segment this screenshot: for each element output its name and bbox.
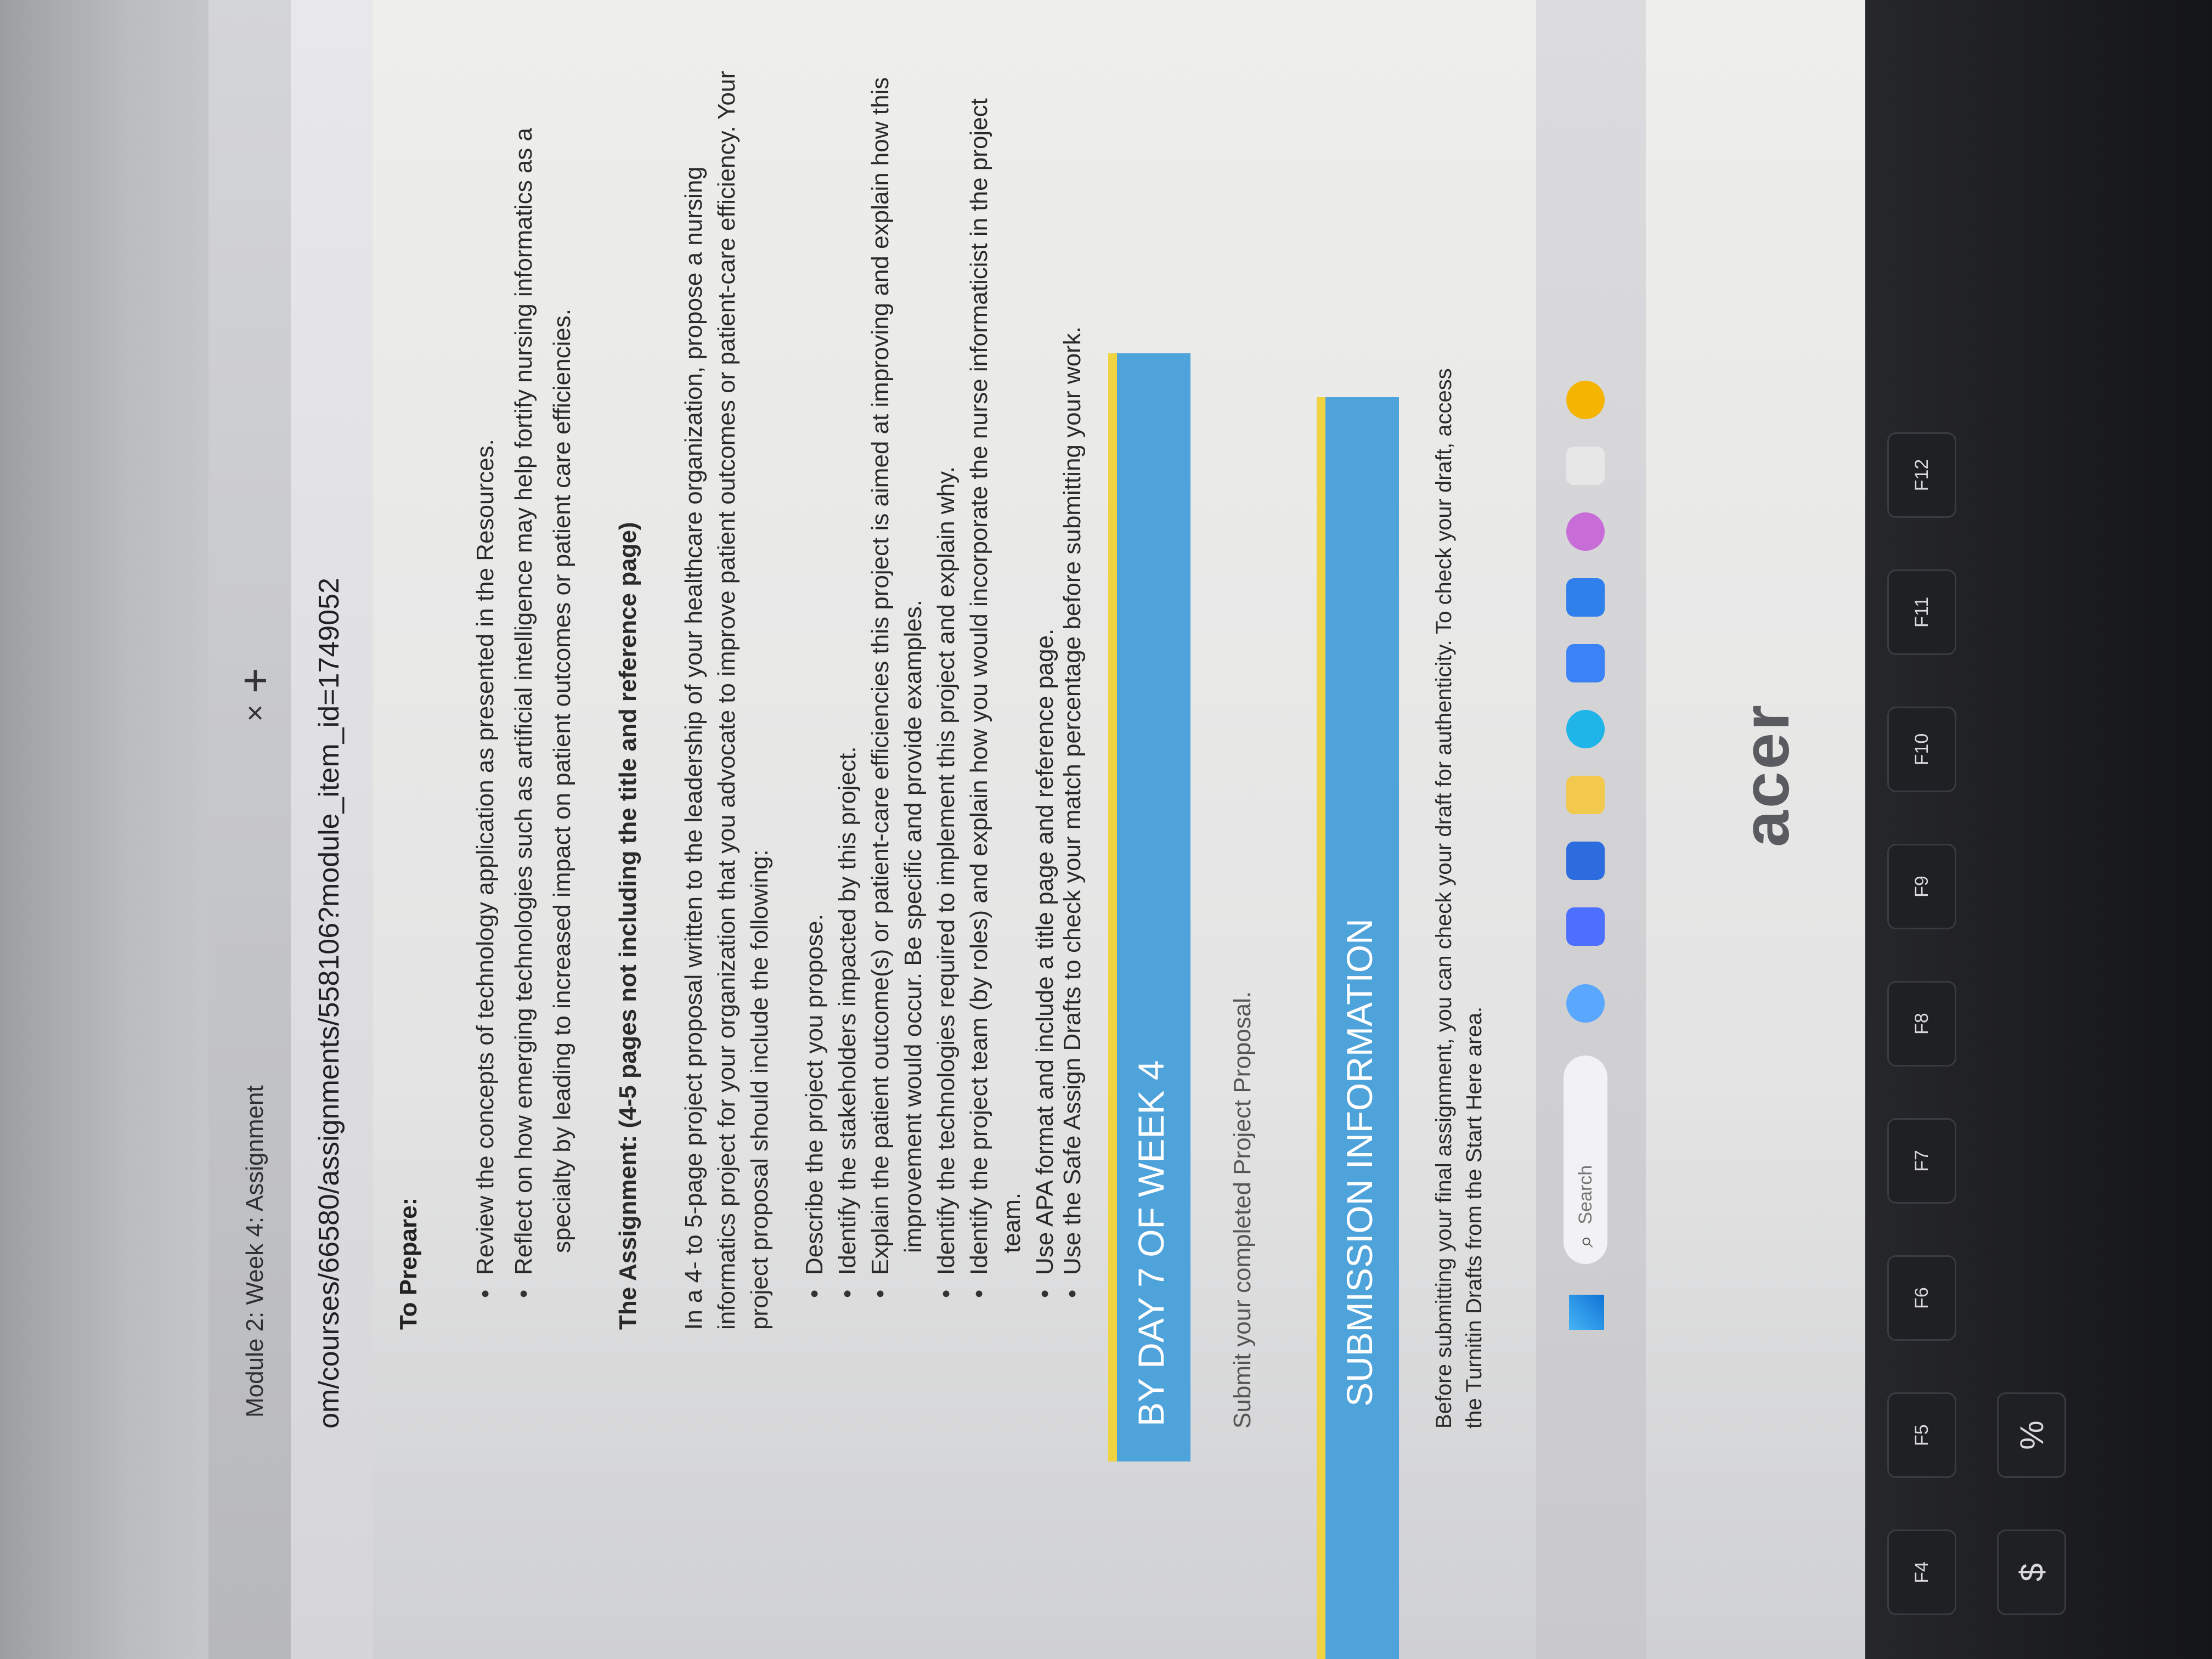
- submission-text: the Turnitin Drafts from the Start Here …: [1462, 1006, 1486, 1429]
- address-bar[interactable]: om/courses/66580/assignments/558106?modu…: [291, 0, 373, 1659]
- key: F4: [1887, 1530, 1956, 1615]
- assignment-item: Identify the stakeholders impacted by th…: [834, 746, 861, 1275]
- submission-text: Before submitting your final assignment,…: [1432, 368, 1456, 1429]
- key: F11: [1887, 569, 1956, 655]
- key: F10: [1887, 707, 1956, 792]
- assignment-intro: In a 4- to 5-page project proposal writt…: [680, 166, 707, 1330]
- search-icon: ⌕: [1573, 1235, 1598, 1248]
- prepare-item-cont: specialty by leading to increased impact…: [549, 308, 575, 1253]
- assignment-item-cont: improvement would occur. Be specific and…: [900, 599, 927, 1253]
- photo-scene: Module 2: Week 4: Assignment × + om/cour…: [0, 0, 2212, 1659]
- key: %: [1997, 1392, 2066, 1478]
- assignment-item-cont: team.: [998, 1192, 1025, 1253]
- key: F7: [1887, 1118, 1956, 1204]
- assignment-item: Describe the project you propose.: [801, 914, 828, 1275]
- laptop-keyboard: F4 F5 F6 F7 F8 F9 F10 F11 F12 $ %: [1865, 0, 2212, 1659]
- week-banner: BY DAY 7 OF WEEK 4: [1108, 353, 1190, 1462]
- submission-banner-text: SUBMISSION INFORMATION: [1339, 918, 1380, 1407]
- key: F5: [1887, 1392, 1956, 1478]
- file-explorer-icon[interactable]: [1566, 776, 1605, 814]
- new-tab-button[interactable]: +: [230, 668, 280, 693]
- assignment-item: Explain the patient outcome(s) or patien…: [867, 77, 894, 1275]
- assignment-item: Use the Safe Assign Drafts to check your…: [1059, 326, 1086, 1275]
- app-icon[interactable]: [1566, 512, 1605, 551]
- week-banner-text: BY DAY 7 OF WEEK 4: [1131, 1060, 1171, 1426]
- dropbox-icon[interactable]: [1566, 644, 1605, 682]
- assignment-heading: The Assignment: (4-5 pages not including…: [614, 522, 641, 1330]
- assignment-item: Identify the technologies required to im…: [933, 466, 960, 1275]
- assignment-item: Identify the project team (by roles) and…: [966, 98, 993, 1275]
- submit-instruction: Submit your completed Project Proposal.: [1229, 991, 1256, 1429]
- assignment-intro: project proposal should include the foll…: [746, 849, 773, 1330]
- key: F12: [1887, 432, 1956, 518]
- app-icon[interactable]: [1566, 907, 1605, 946]
- store-icon[interactable]: [1566, 578, 1605, 617]
- key: F8: [1887, 981, 1956, 1066]
- amazon-icon[interactable]: [1566, 447, 1605, 485]
- taskbar-search[interactable]: ⌕ Search: [1564, 1056, 1607, 1264]
- to-prepare-heading: To Prepare:: [395, 1197, 422, 1330]
- laptop-bezel: [0, 0, 208, 1659]
- windows-taskbar: ⌕ Search: [1536, 0, 1646, 1659]
- browser-tab-bar: Module 2: Week 4: Assignment × +: [208, 0, 291, 1659]
- teams-icon[interactable]: [1566, 842, 1605, 880]
- assignment-item: Use APA format and include a title page …: [1031, 629, 1059, 1275]
- key: F6: [1887, 1255, 1956, 1341]
- prepare-item: Review the concepts of technology applic…: [472, 439, 499, 1275]
- search-label: Search: [1575, 1165, 1596, 1224]
- browser-tab[interactable]: Module 2: Week 4: Assignment ×: [225, 704, 285, 1418]
- key: F9: [1887, 844, 1956, 929]
- tab-close-icon[interactable]: ×: [238, 704, 272, 722]
- edge-icon[interactable]: [1566, 710, 1605, 748]
- submission-banner: SUBMISSION INFORMATION: [1317, 397, 1399, 1659]
- windows-start-icon[interactable]: [1569, 1295, 1604, 1330]
- widgets-icon[interactable]: [1566, 984, 1605, 1023]
- url-text[interactable]: om/courses/66580/assignments/558106?modu…: [313, 578, 346, 1429]
- acer-logo: acer: [1729, 703, 1803, 847]
- assignment-intro: informatics project for your organizatio…: [713, 71, 740, 1330]
- prepare-item: Reflect on how emerging technologies suc…: [510, 128, 538, 1275]
- tab-title: Module 2: Week 4: Assignment: [241, 1085, 268, 1418]
- laptop-screen: Module 2: Week 4: Assignment × + om/cour…: [208, 0, 1865, 1659]
- chrome-icon[interactable]: [1566, 381, 1605, 419]
- key: $: [1997, 1530, 2066, 1615]
